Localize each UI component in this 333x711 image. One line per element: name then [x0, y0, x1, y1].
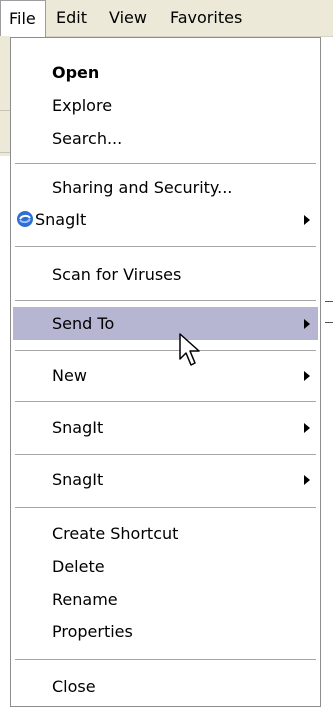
submenu-arrow-icon — [304, 423, 310, 433]
menu-separator — [15, 350, 316, 351]
window-backdrop — [0, 36, 10, 156]
menu-item-create-shortcut[interactable]: Create Shortcut — [13, 517, 318, 550]
menu-item-search[interactable]: Search... — [13, 122, 318, 155]
menu-file[interactable]: File — [0, 0, 46, 38]
menu-item-rename[interactable]: Rename — [13, 583, 318, 616]
menu-separator — [15, 300, 316, 301]
menu-item-sharing-and-security[interactable]: Sharing and Security... — [13, 171, 318, 204]
submenu-arrow-icon — [304, 475, 310, 485]
menu-bar: File Edit View Favorites — [0, 0, 333, 38]
menu-separator — [15, 246, 316, 247]
mouse-pointer-icon — [179, 333, 200, 366]
backdrop-divider — [0, 152, 10, 153]
menu-item-label: New — [52, 366, 87, 385]
menu-item-label: Send To — [52, 314, 115, 333]
snagit-icon — [17, 211, 33, 227]
menu-item-snagit-2[interactable]: SnagIt — [13, 411, 318, 444]
menu-item-label: SnagIt — [35, 210, 87, 229]
submenu-arrow-icon — [304, 319, 310, 329]
menu-favorites[interactable]: Favorites — [162, 0, 250, 36]
menu-item-send-to[interactable]: Send To — [13, 307, 318, 340]
menu-item-delete[interactable]: Delete — [13, 550, 318, 583]
menu-item-label: SnagIt — [52, 418, 104, 437]
window-edge-mark — [325, 322, 333, 323]
menu-separator — [15, 163, 316, 164]
menu-view[interactable]: View — [101, 0, 155, 36]
backdrop-divider — [0, 110, 10, 111]
menu-item-snagit-3[interactable]: SnagIt — [13, 463, 318, 496]
menu-item-snagit-top[interactable]: SnagIt — [13, 203, 318, 236]
menu-item-label: SnagIt — [52, 470, 104, 489]
menu-item-explore[interactable]: Explore — [13, 89, 318, 122]
menu-separator — [15, 454, 316, 455]
window-edge-mark — [325, 301, 333, 302]
menu-separator — [15, 507, 316, 508]
menu-item-properties[interactable]: Properties — [13, 615, 318, 648]
submenu-arrow-icon — [304, 371, 310, 381]
menu-item-new[interactable]: New — [13, 359, 318, 392]
submenu-arrow-icon — [304, 215, 310, 225]
menu-item-scan-for-viruses[interactable]: Scan for Viruses — [13, 258, 318, 291]
menu-separator — [15, 659, 316, 660]
file-dropdown-menu: Open Explore Search... Sharing and Secur… — [10, 37, 321, 707]
menu-item-open[interactable]: Open — [13, 56, 318, 89]
menu-item-close[interactable]: Close — [13, 670, 318, 703]
menu-edit[interactable]: Edit — [48, 0, 95, 36]
menu-separator — [15, 401, 316, 402]
